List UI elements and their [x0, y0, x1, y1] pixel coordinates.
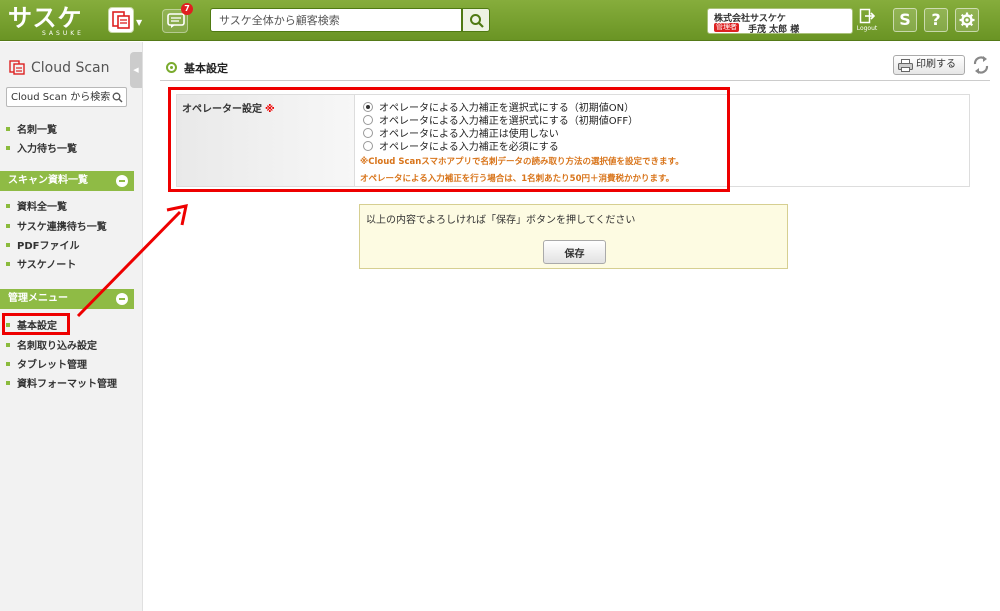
annotation-arrow — [76, 204, 188, 318]
